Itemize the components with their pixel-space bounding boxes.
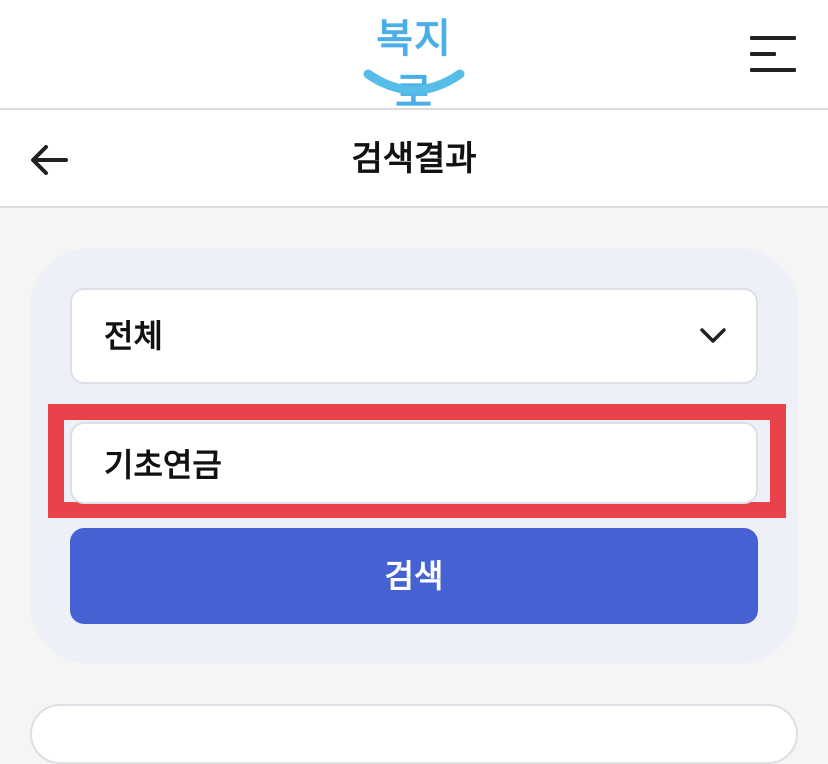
search-button[interactable]: 검색 [70, 528, 758, 624]
page-title: 검색결과 [351, 139, 477, 179]
subheader: 검색결과 [0, 110, 828, 208]
category-select[interactable]: 전체 [70, 288, 758, 384]
category-select-value: 전체 [104, 317, 163, 355]
search-panel: 전체 검색 [30, 248, 798, 664]
logo-smile-icon [363, 69, 465, 95]
result-card [30, 704, 798, 764]
back-button[interactable] [28, 140, 72, 180]
keyword-search-input[interactable] [70, 422, 758, 504]
hamburger-menu-icon[interactable] [746, 32, 800, 76]
top-bar: 복지로 [0, 0, 828, 116]
logo[interactable]: 복지로 [362, 12, 466, 116]
chevron-down-icon [700, 328, 726, 343]
arrow-left-icon [31, 145, 68, 175]
